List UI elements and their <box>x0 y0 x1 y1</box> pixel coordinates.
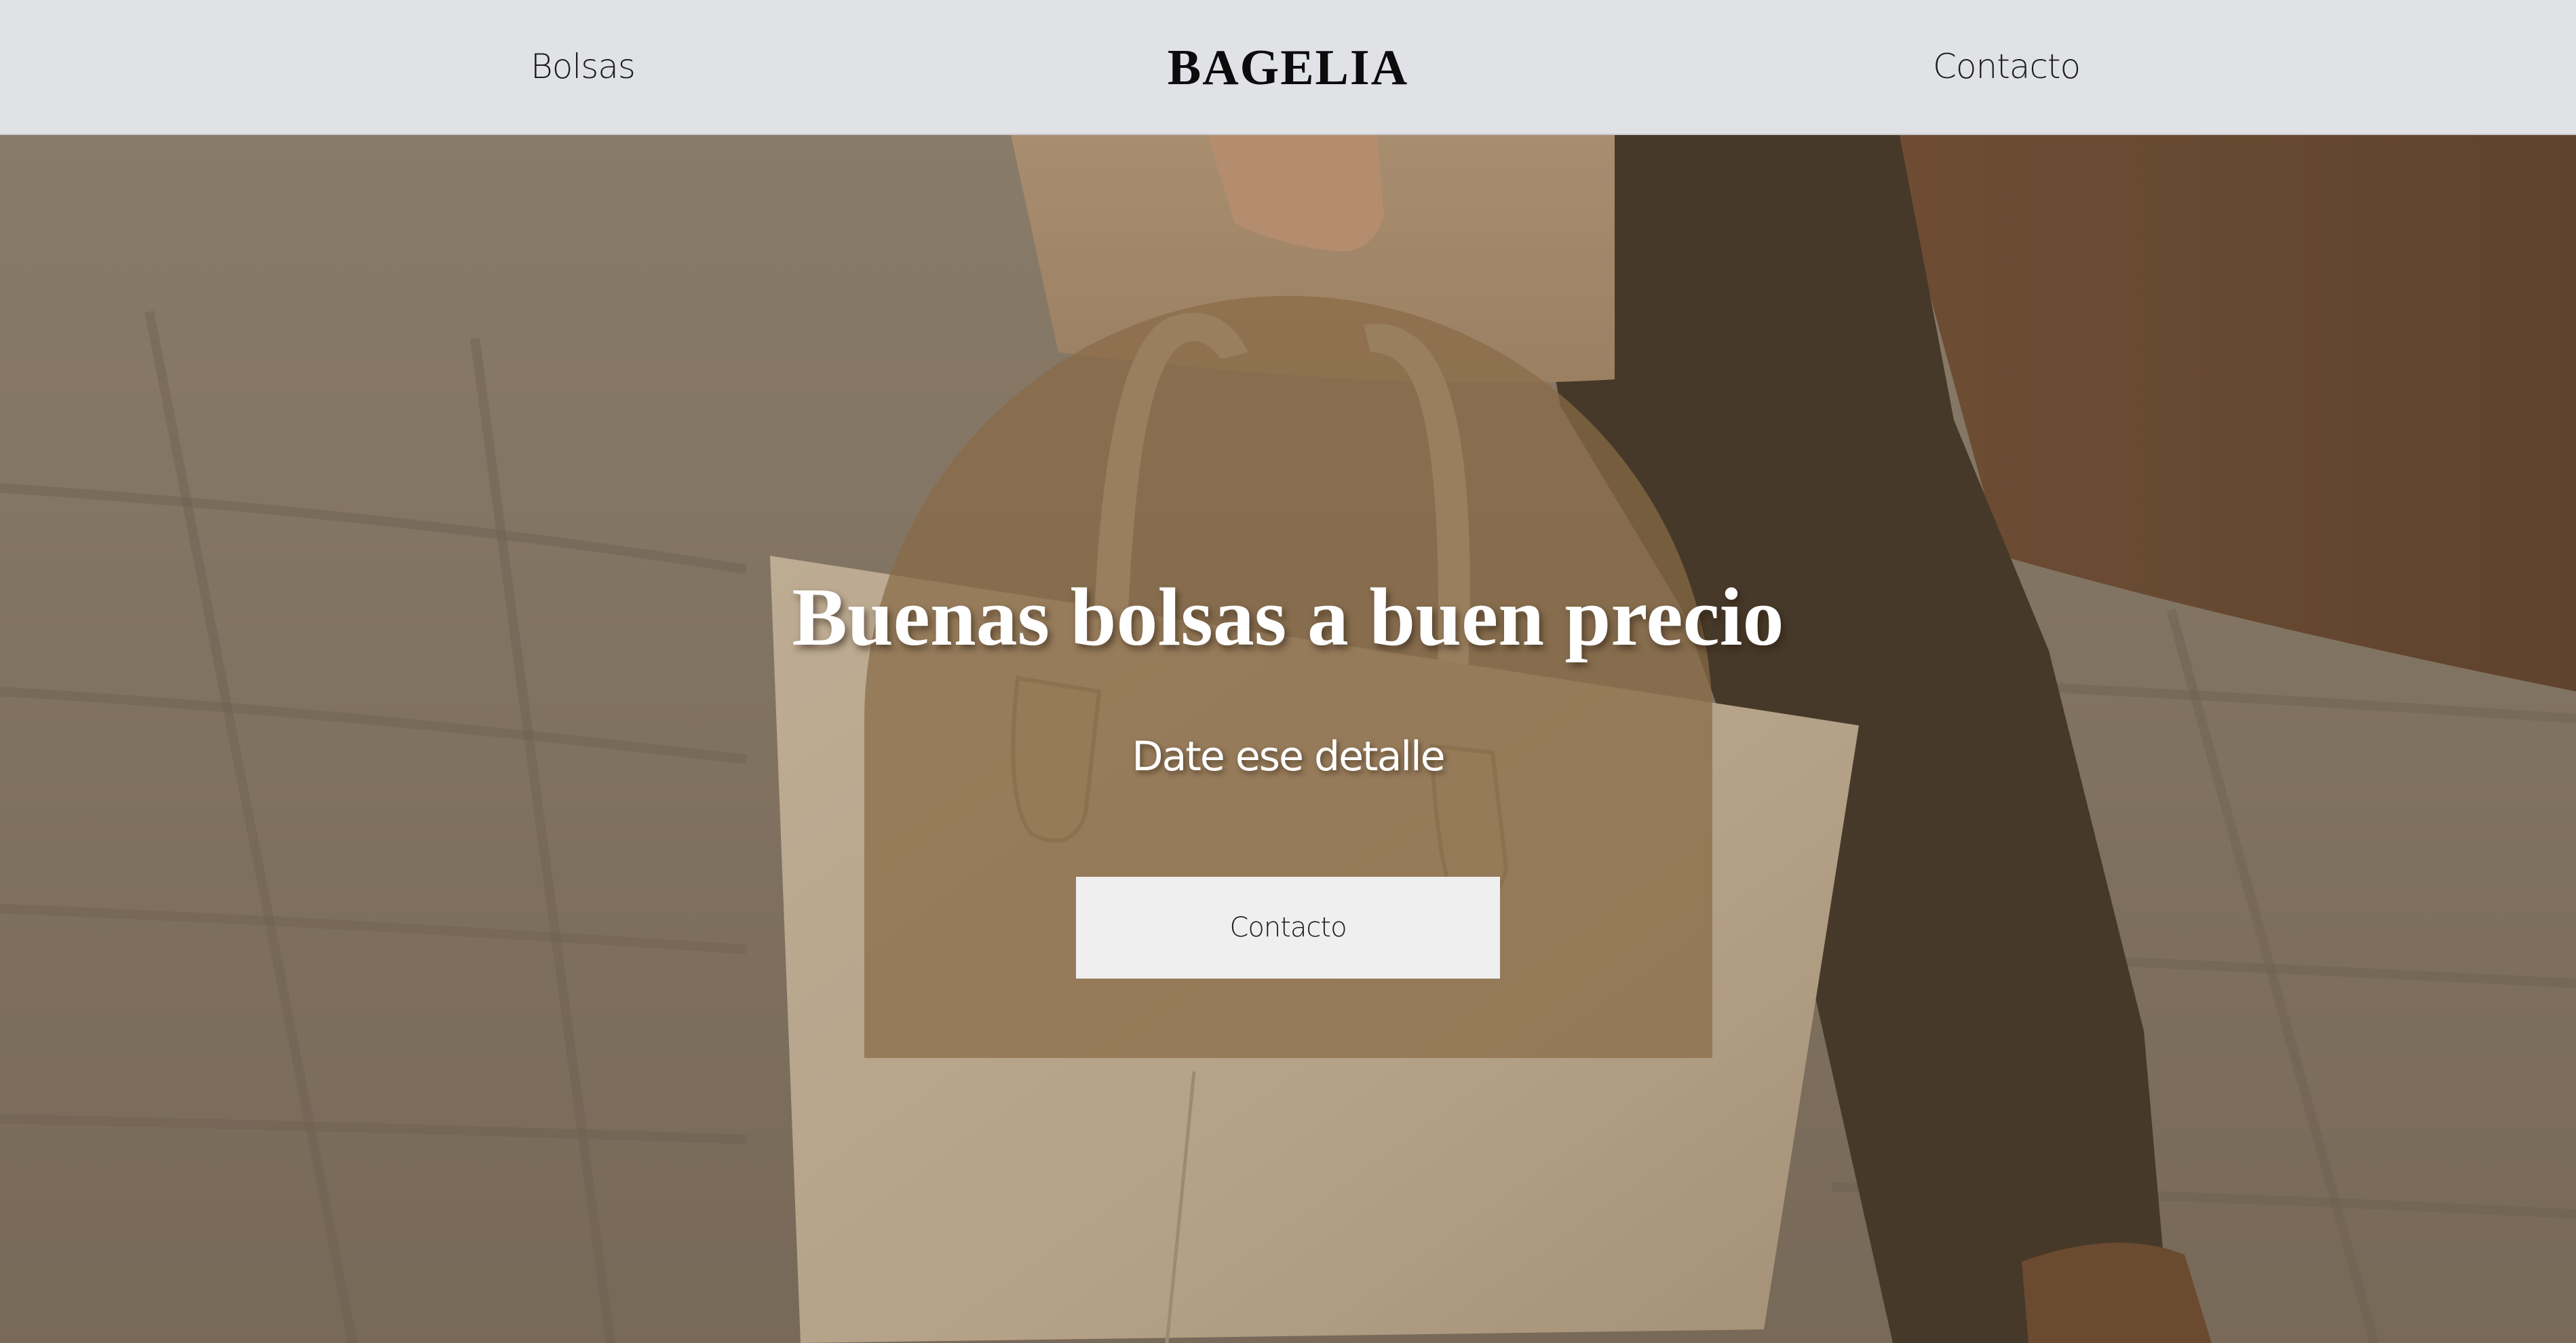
contact-button[interactable]: Contacto <box>1076 877 1500 979</box>
hero-subtitle: Date ese detalle <box>1132 733 1445 780</box>
brand-logo-wrapper: BAGELIA <box>0 35 2576 100</box>
nav-link-bolsas[interactable]: Bolsas <box>531 42 636 91</box>
hero-title: Buenas bolsas a buen precio <box>792 571 1784 663</box>
nav-link-contacto[interactable]: Contacto <box>1933 42 2081 91</box>
site-header: Bolsas BAGELIA Contacto <box>0 0 2576 135</box>
brand-logo[interactable]: BAGELIA <box>1168 40 1408 96</box>
